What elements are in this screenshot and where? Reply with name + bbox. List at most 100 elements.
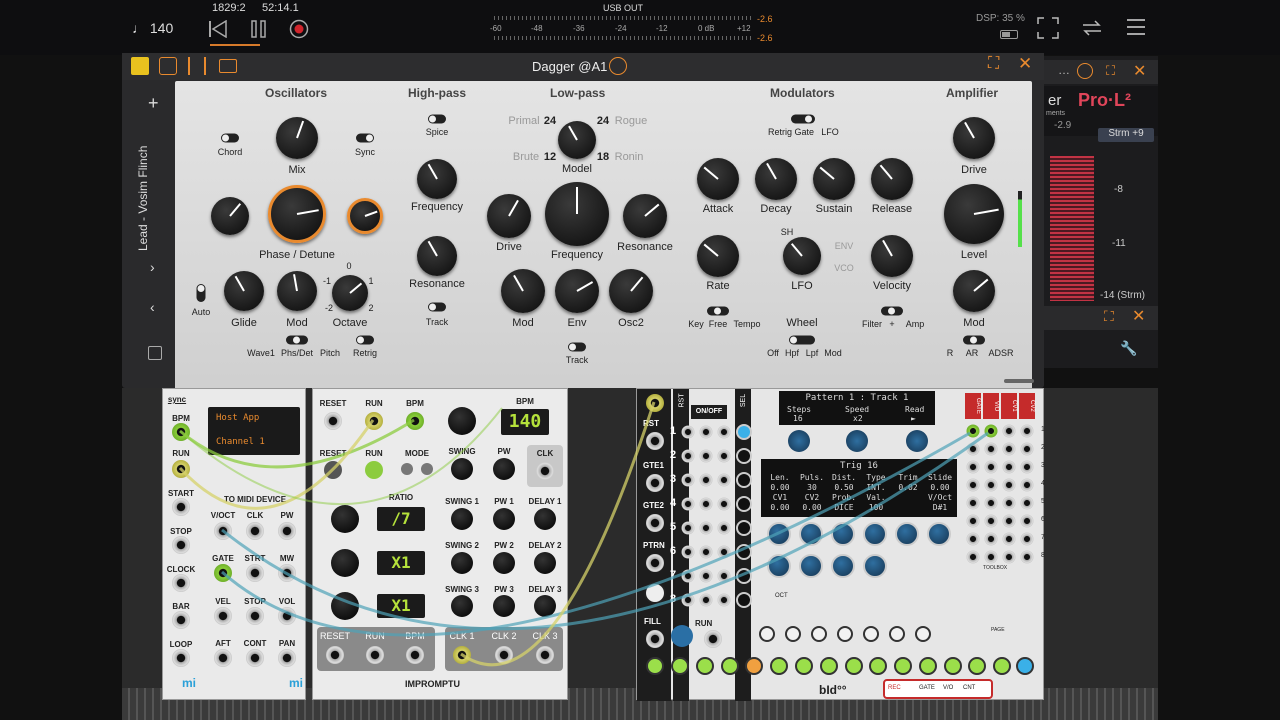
chord-label: Chord bbox=[217, 147, 243, 157]
tempo-display[interactable]: ♩ 140 bbox=[132, 20, 173, 36]
fullscreen-icon[interactable] bbox=[1037, 17, 1059, 39]
prol-db: -2.9 bbox=[1054, 120, 1072, 131]
level-label: Level bbox=[960, 249, 988, 261]
lp-env-label: Env bbox=[567, 317, 587, 329]
power-icon[interactable] bbox=[609, 57, 627, 75]
record-icon[interactable] bbox=[289, 19, 309, 39]
retrig-gate-lfo-toggle[interactable] bbox=[791, 114, 815, 124]
amp-mod-label: Mod bbox=[963, 317, 985, 329]
amp-mod-knob[interactable] bbox=[953, 270, 995, 312]
level-knob[interactable] bbox=[944, 184, 1004, 244]
lp-resonance-knob[interactable] bbox=[623, 194, 667, 238]
strm-badge[interactable]: Strm +9 bbox=[1098, 128, 1154, 142]
lfo-label: LFO bbox=[791, 280, 813, 292]
close-icon[interactable]: ✕ bbox=[1018, 54, 1032, 74]
close-icon[interactable]: ✕ bbox=[1133, 61, 1146, 81]
vel-amp-label: Amp bbox=[905, 319, 925, 329]
lfo-top-label: LFO bbox=[821, 127, 839, 137]
lp-env-knob[interactable] bbox=[555, 269, 599, 313]
lfo-rate-knob[interactable] bbox=[697, 235, 739, 277]
folder-icon[interactable] bbox=[219, 59, 237, 73]
hp-frequency-knob[interactable] bbox=[417, 159, 457, 199]
close-icon[interactable]: ✕ bbox=[1132, 306, 1145, 326]
preset-name[interactable]: Lead - Vosim Flinch bbox=[136, 146, 150, 251]
wave1-knob[interactable] bbox=[211, 197, 249, 235]
patch-cables bbox=[178, 401, 989, 667]
lp-mod-knob[interactable] bbox=[501, 269, 545, 313]
camera-icon[interactable] bbox=[148, 346, 162, 360]
power-icon[interactable] bbox=[1077, 63, 1093, 79]
lp-osc2-knob[interactable] bbox=[609, 269, 653, 313]
menu-icon[interactable] bbox=[1126, 17, 1146, 37]
meter-scale-label: -12 bbox=[656, 24, 668, 33]
model-24-right: 24 bbox=[596, 115, 610, 127]
lfo-sync-toggle[interactable] bbox=[707, 306, 729, 316]
lp-drive-knob[interactable] bbox=[487, 194, 531, 238]
play-progress bbox=[210, 44, 260, 46]
section-modulators: Modulators bbox=[770, 86, 835, 100]
meter-scale-label: -24 bbox=[615, 24, 627, 33]
meter-peak-right: -2.6 bbox=[757, 33, 773, 43]
prev-preset-icon[interactable]: ‹ bbox=[150, 299, 155, 315]
sync-toggle[interactable] bbox=[356, 133, 374, 143]
spice-label: Spice bbox=[425, 127, 449, 137]
lp-frequency-label: Frequency bbox=[551, 249, 603, 261]
add-icon[interactable]: + bbox=[148, 93, 159, 114]
meter-peak-left: -2.6 bbox=[757, 14, 773, 24]
expand-icon[interactable]: ⛶ bbox=[1104, 308, 1114, 325]
decay-knob[interactable] bbox=[755, 158, 797, 200]
hp-resonance-knob[interactable] bbox=[417, 236, 457, 276]
wrench-icon[interactable]: 🔧 bbox=[1120, 340, 1137, 357]
spice-toggle[interactable] bbox=[428, 114, 446, 124]
plugin-header: Dagger @A1 ⛶ ✕ bbox=[122, 53, 1044, 80]
resize-handle[interactable] bbox=[1004, 379, 1034, 383]
release-knob[interactable] bbox=[871, 158, 913, 200]
lp-drive-label: Drive bbox=[496, 241, 522, 253]
model-primal: Primal bbox=[508, 115, 540, 127]
octave-knob[interactable] bbox=[332, 275, 368, 311]
velocity-knob[interactable] bbox=[871, 235, 913, 277]
meter-scale-label: -48 bbox=[531, 24, 543, 33]
meter-ticks bbox=[494, 16, 754, 20]
lfo-free-label: Free bbox=[708, 319, 728, 329]
wave2-knob[interactable] bbox=[347, 198, 383, 234]
wheel-toggle[interactable] bbox=[789, 335, 815, 345]
meter-scale-label: 0 dB bbox=[698, 24, 715, 33]
mix-knob[interactable] bbox=[276, 117, 318, 159]
section-amplifier: Amplifier bbox=[946, 86, 999, 100]
routing-icon[interactable] bbox=[159, 57, 177, 75]
env-r-label: R bbox=[946, 348, 954, 358]
lp-mod-label: Mod bbox=[512, 317, 534, 329]
synth-panel: Oscillators High-pass Low-pass Modulator… bbox=[175, 81, 1032, 399]
octave-tick: -1 bbox=[322, 276, 332, 286]
lfo-shape-knob[interactable] bbox=[783, 237, 821, 275]
amp-drive-knob[interactable] bbox=[953, 117, 995, 159]
expand-icon[interactable]: ⛶ bbox=[988, 55, 999, 73]
model-knob[interactable] bbox=[558, 121, 596, 159]
octave-tick: 2 bbox=[368, 303, 374, 313]
sustain-knob[interactable] bbox=[813, 158, 855, 200]
next-preset-icon[interactable]: › bbox=[150, 259, 155, 275]
pause-icon[interactable] bbox=[250, 20, 268, 38]
phase-detune-knob[interactable] bbox=[268, 185, 326, 243]
hp-track-toggle[interactable] bbox=[428, 302, 446, 312]
glide-knob[interactable] bbox=[224, 271, 264, 311]
lp-frequency-knob[interactable] bbox=[545, 182, 609, 246]
osc-mod-knob[interactable] bbox=[277, 271, 317, 311]
attack-knob[interactable] bbox=[697, 158, 739, 200]
retrig-toggle[interactable] bbox=[356, 335, 374, 345]
loop-icon[interactable] bbox=[1080, 17, 1104, 39]
velocity-target-toggle[interactable] bbox=[881, 306, 903, 316]
wheel-mod-toggle[interactable] bbox=[286, 335, 308, 345]
keyboard-icon[interactable] bbox=[131, 57, 149, 75]
chord-toggle[interactable] bbox=[221, 133, 239, 143]
mixer-icon[interactable] bbox=[188, 57, 206, 75]
auto-toggle[interactable] bbox=[196, 284, 206, 302]
section-highpass: High-pass bbox=[408, 86, 467, 100]
phase-detune-label: Phase / Detune bbox=[259, 249, 335, 261]
expand-icon[interactable]: ⛶ bbox=[1106, 63, 1115, 79]
lp-track-toggle[interactable] bbox=[568, 342, 586, 352]
envelope-mode-toggle[interactable] bbox=[963, 335, 985, 345]
rewind-icon[interactable] bbox=[208, 19, 228, 39]
wheel-lpf-label: Lpf bbox=[805, 348, 819, 358]
